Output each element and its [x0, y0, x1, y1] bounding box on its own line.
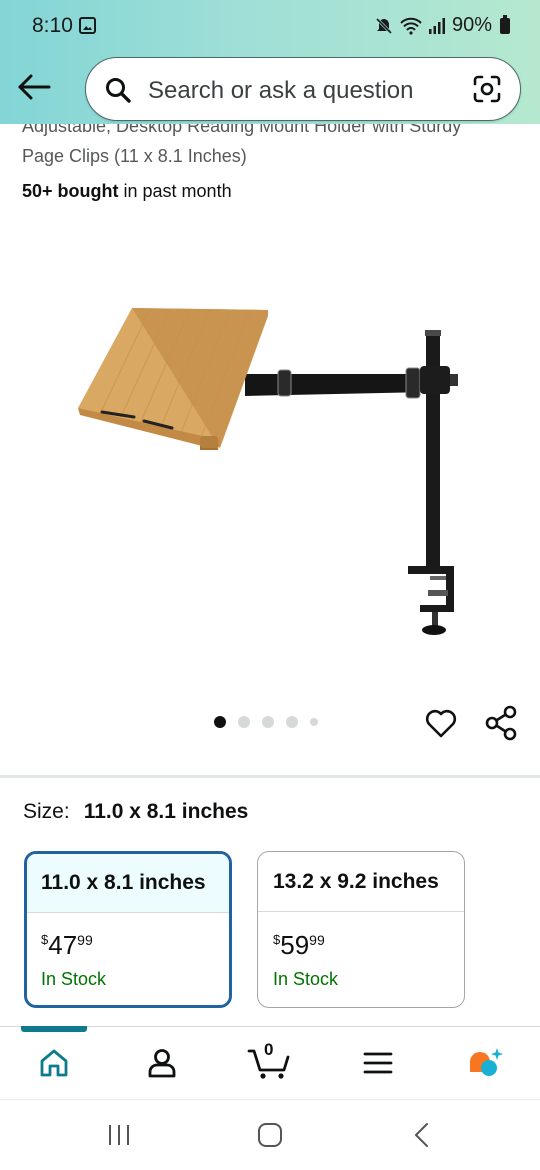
share-icon[interactable]	[484, 705, 518, 741]
account-icon	[148, 1049, 176, 1078]
product-title-partial: Adjustable, Desktop Reading Mount Holder…	[22, 124, 462, 136]
search-input[interactable]: Search or ask a question	[85, 57, 521, 121]
nav-active-indicator	[21, 1026, 87, 1032]
camera-scan-icon[interactable]	[472, 74, 502, 104]
nav-menu[interactable]	[358, 1043, 398, 1083]
nav-home[interactable]	[34, 1043, 74, 1083]
size-option-name: 11.0 x 8.1 inches	[27, 854, 229, 913]
recent-apps-icon[interactable]	[106, 1122, 132, 1148]
bottom-nav	[0, 1027, 540, 1099]
size-option-price: $5999	[273, 930, 325, 960]
menu-icon	[363, 1052, 393, 1074]
status-time: 8:10	[32, 14, 73, 37]
battery-icon	[500, 14, 510, 34]
search-icon	[106, 78, 131, 103]
status-indicators: 90%	[374, 14, 510, 37]
heart-icon[interactable]	[424, 706, 458, 740]
size-option-stock: In Stock	[273, 969, 339, 989]
nav-account[interactable]	[142, 1043, 182, 1083]
system-nav-bar	[0, 1099, 540, 1170]
size-selector-label: Size: 11.0 x 8.1 inches	[23, 800, 249, 823]
mute-icon	[375, 17, 393, 34]
carousel-dot[interactable]	[238, 716, 250, 728]
bought-in-past-month: 50+ bought in past month	[22, 181, 232, 201]
size-option-name: 13.2 x 9.2 inches	[258, 852, 464, 912]
image-carousel-dots[interactable]	[214, 716, 318, 728]
home-icon	[40, 1049, 68, 1077]
signal-icon	[428, 17, 445, 34]
status-bar: 8:10 90%	[0, 0, 540, 52]
section-divider	[0, 775, 540, 778]
gallery-notification-icon	[79, 17, 96, 34]
size-option-11x8[interactable]: 11.0 x 8.1 inches $4799 In Stock	[24, 851, 232, 1008]
carousel-dot[interactable]	[214, 716, 226, 728]
size-option-price: $4799	[41, 930, 93, 960]
carousel-dot[interactable]	[262, 716, 274, 728]
carousel-dot[interactable]	[310, 718, 318, 726]
back-arrow-icon[interactable]	[16, 70, 52, 104]
wifi-icon	[400, 17, 422, 35]
cart-count: 0	[264, 1040, 274, 1059]
battery-percent: 90%	[451, 14, 492, 36]
rufus-icon	[470, 1048, 503, 1076]
product-title[interactable]: Page Clips (11 x 8.1 Inches)	[22, 146, 247, 167]
search-placeholder: Search or ask a question	[148, 77, 414, 104]
header-bar: 8:10 90% Search or ask a question	[0, 0, 540, 124]
nav-rufus[interactable]	[466, 1043, 506, 1083]
size-option-13x9[interactable]: 13.2 x 9.2 inches $5999 In Stock	[257, 851, 465, 1008]
size-option-stock: In Stock	[41, 969, 107, 989]
product-image[interactable]	[60, 300, 480, 645]
carousel-dot[interactable]	[286, 716, 298, 728]
system-back-icon[interactable]	[410, 1122, 434, 1148]
home-button-icon[interactable]	[256, 1122, 284, 1148]
